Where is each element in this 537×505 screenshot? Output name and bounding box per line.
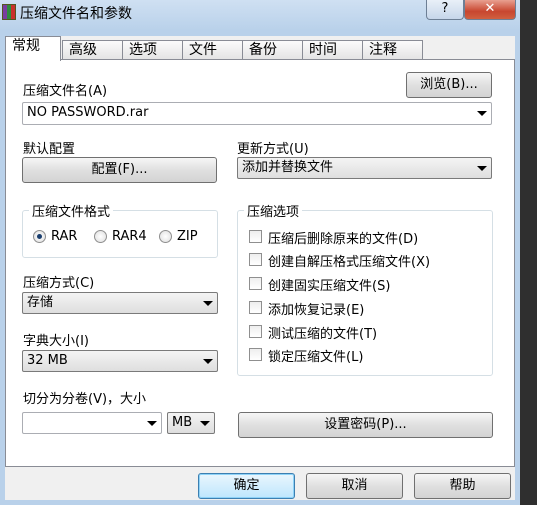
format-zip-label[interactable]: ZIP <box>177 229 198 244</box>
tab-files[interactable]: 文件 <box>182 40 243 60</box>
compression-method-value: 存储 <box>27 295 54 310</box>
recovery-record-checkbox[interactable] <box>249 301 262 314</box>
chevron-down-icon[interactable] <box>477 111 487 116</box>
split-unit-select[interactable]: MB <box>167 412 215 434</box>
test-archive-checkbox[interactable] <box>249 325 262 338</box>
tab-bar: 常规 高级 选项 文件 备份 时间 注释 <box>5 36 515 61</box>
help-button[interactable]: 帮助 <box>414 473 511 499</box>
chevron-down-icon <box>203 359 213 364</box>
compression-method-label: 压缩方式(C) <box>23 276 95 291</box>
title-help-button[interactable]: ? <box>426 0 464 20</box>
title-bar[interactable]: 压缩文件名和参数 ? ✕ <box>0 0 520 28</box>
dictionary-size-select[interactable]: 32 MB <box>22 350 218 372</box>
format-rar4-label[interactable]: RAR4 <box>112 229 147 244</box>
profile-label: 默认配置 <box>23 142 76 157</box>
profiles-button[interactable]: 配置(F)... <box>22 157 217 183</box>
chevron-down-icon <box>200 421 210 426</box>
update-mode-value: 添加并替换文件 <box>242 160 334 175</box>
browse-button[interactable]: 浏览(B)... <box>406 72 492 98</box>
window-title: 压缩文件名和参数 <box>20 6 132 22</box>
tab-options[interactable]: 选项 <box>122 40 183 60</box>
archive-name-label: 压缩文件名(A) <box>23 84 108 99</box>
format-rar-label[interactable]: RAR <box>51 229 77 244</box>
split-volumes-label: 切分为分卷(V)，大小 <box>23 392 147 407</box>
archive-name-value: NO PASSWORD.rar <box>27 105 149 120</box>
options-group-title: 压缩选项 <box>244 201 303 220</box>
chevron-down-icon <box>477 166 487 171</box>
dictionary-size-label: 字典大小(I) <box>23 334 89 349</box>
format-group-title: 压缩文件格式 <box>29 201 114 220</box>
sfx-checkbox[interactable] <box>249 253 262 266</box>
delete-files-checkbox[interactable] <box>249 230 262 243</box>
tab-time[interactable]: 时间 <box>302 40 363 60</box>
solid-checkbox[interactable] <box>249 277 262 290</box>
chevron-down-icon <box>203 301 213 306</box>
update-mode-label: 更新方式(U) <box>237 142 309 157</box>
test-archive-label[interactable]: 测试压缩的文件(T) <box>268 323 377 342</box>
tab-general[interactable]: 常规 <box>5 36 61 61</box>
lock-archive-checkbox[interactable] <box>249 348 262 361</box>
tab-advanced[interactable]: 高级 <box>62 40 123 60</box>
split-unit-value: MB <box>172 415 193 430</box>
format-rar-radio[interactable] <box>33 230 46 243</box>
solid-label[interactable]: 创建固实压缩文件(S) <box>268 275 390 294</box>
delete-files-label[interactable]: 压缩后删除原来的文件(D) <box>268 228 418 247</box>
dictionary-size-value: 32 MB <box>27 353 68 368</box>
background-strip <box>520 0 537 505</box>
ok-button[interactable]: 确定 <box>198 473 295 499</box>
close-button[interactable]: ✕ <box>464 0 516 20</box>
set-password-button[interactable]: 设置密码(P)... <box>238 412 493 438</box>
format-zip-radio[interactable] <box>159 230 172 243</box>
archive-name-input[interactable]: NO PASSWORD.rar <box>22 102 492 125</box>
winrar-app-icon <box>2 4 16 20</box>
chevron-down-icon[interactable] <box>147 421 157 426</box>
split-volumes-input[interactable] <box>22 412 162 434</box>
compression-method-select[interactable]: 存储 <box>22 292 218 314</box>
format-rar4-radio[interactable] <box>94 230 107 243</box>
tab-comment[interactable]: 注释 <box>362 40 423 60</box>
lock-archive-label[interactable]: 锁定压缩文件(L) <box>268 346 363 365</box>
cancel-button[interactable]: 取消 <box>306 473 403 499</box>
tab-backup[interactable]: 备份 <box>242 40 303 60</box>
update-mode-select[interactable]: 添加并替换文件 <box>237 157 492 179</box>
sfx-label[interactable]: 创建自解压格式压缩文件(X) <box>268 251 430 270</box>
recovery-record-label[interactable]: 添加恢复记录(E) <box>268 299 364 318</box>
